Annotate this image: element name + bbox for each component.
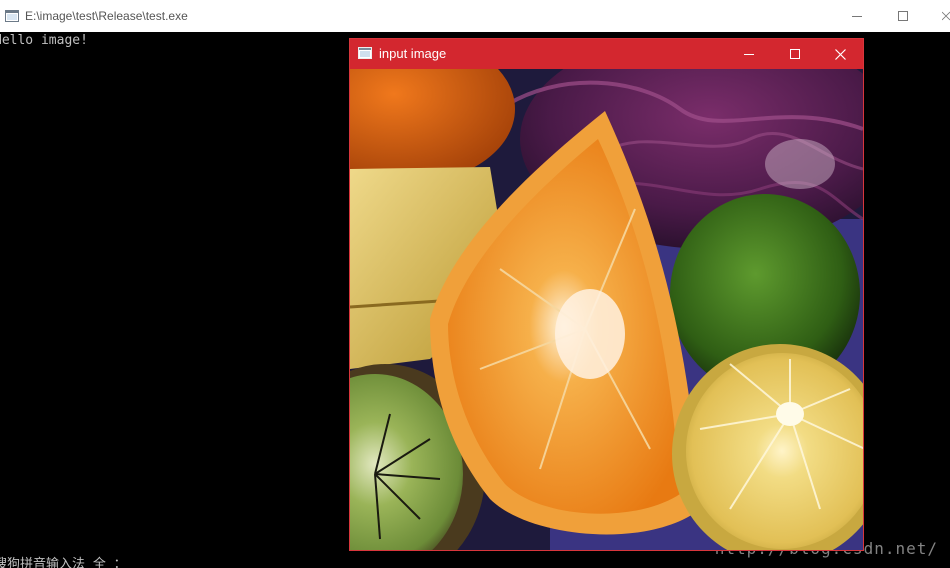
maximize-icon xyxy=(898,11,908,21)
console-title: E:\image\test\Release\test.exe xyxy=(25,9,188,23)
image-maximize-button[interactable] xyxy=(772,39,818,69)
close-icon xyxy=(834,48,846,60)
fruit-photo xyxy=(350,69,863,550)
image-window-title: input image xyxy=(379,46,447,61)
console-minimize-button[interactable] xyxy=(834,0,880,32)
console-close-button[interactable] xyxy=(926,0,950,32)
console-titlebar[interactable]: E:\image\test\Release\test.exe xyxy=(0,0,950,32)
minimize-icon xyxy=(852,16,862,17)
maximize-icon xyxy=(790,49,800,59)
console-app-icon xyxy=(5,10,19,22)
image-minimize-button[interactable] xyxy=(726,39,772,69)
close-icon xyxy=(942,11,950,21)
image-window-titlebar[interactable]: input image xyxy=(350,39,863,69)
console-maximize-button[interactable] xyxy=(880,0,926,32)
ime-status-line: 搜狗拼音输入法 全 ： xyxy=(0,557,127,568)
console-line: Hello image! xyxy=(0,33,88,48)
image-window[interactable]: input image xyxy=(349,38,864,551)
image-close-button[interactable] xyxy=(817,39,863,69)
image-window-app-icon xyxy=(358,47,372,59)
fruit-photo-drawing xyxy=(350,69,863,550)
minimize-icon xyxy=(744,54,754,55)
